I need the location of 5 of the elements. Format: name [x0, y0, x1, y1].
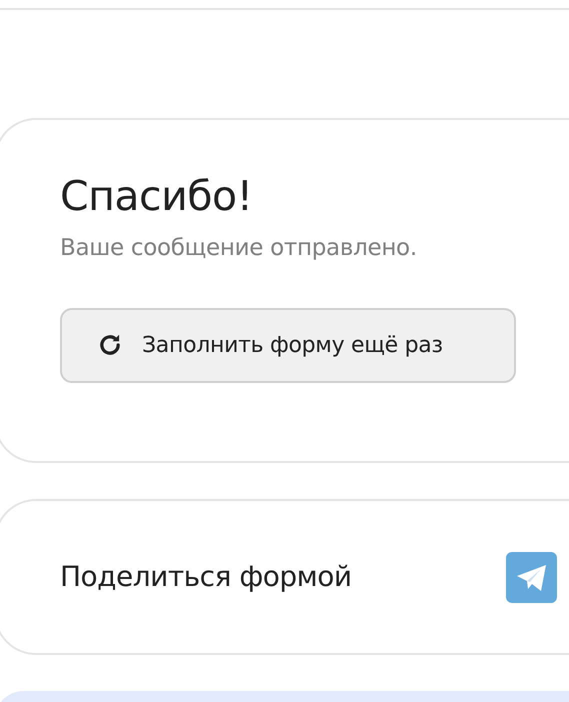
refill-form-button[interactable]: Заполнить форму ещё раз	[60, 308, 516, 383]
telegram-icon[interactable]	[506, 552, 557, 602]
card-title: Спасибо!	[60, 172, 254, 222]
share-title: Поделиться формой	[60, 559, 352, 595]
confirmation-message: Ваше сообщение отправлено.	[60, 234, 418, 264]
